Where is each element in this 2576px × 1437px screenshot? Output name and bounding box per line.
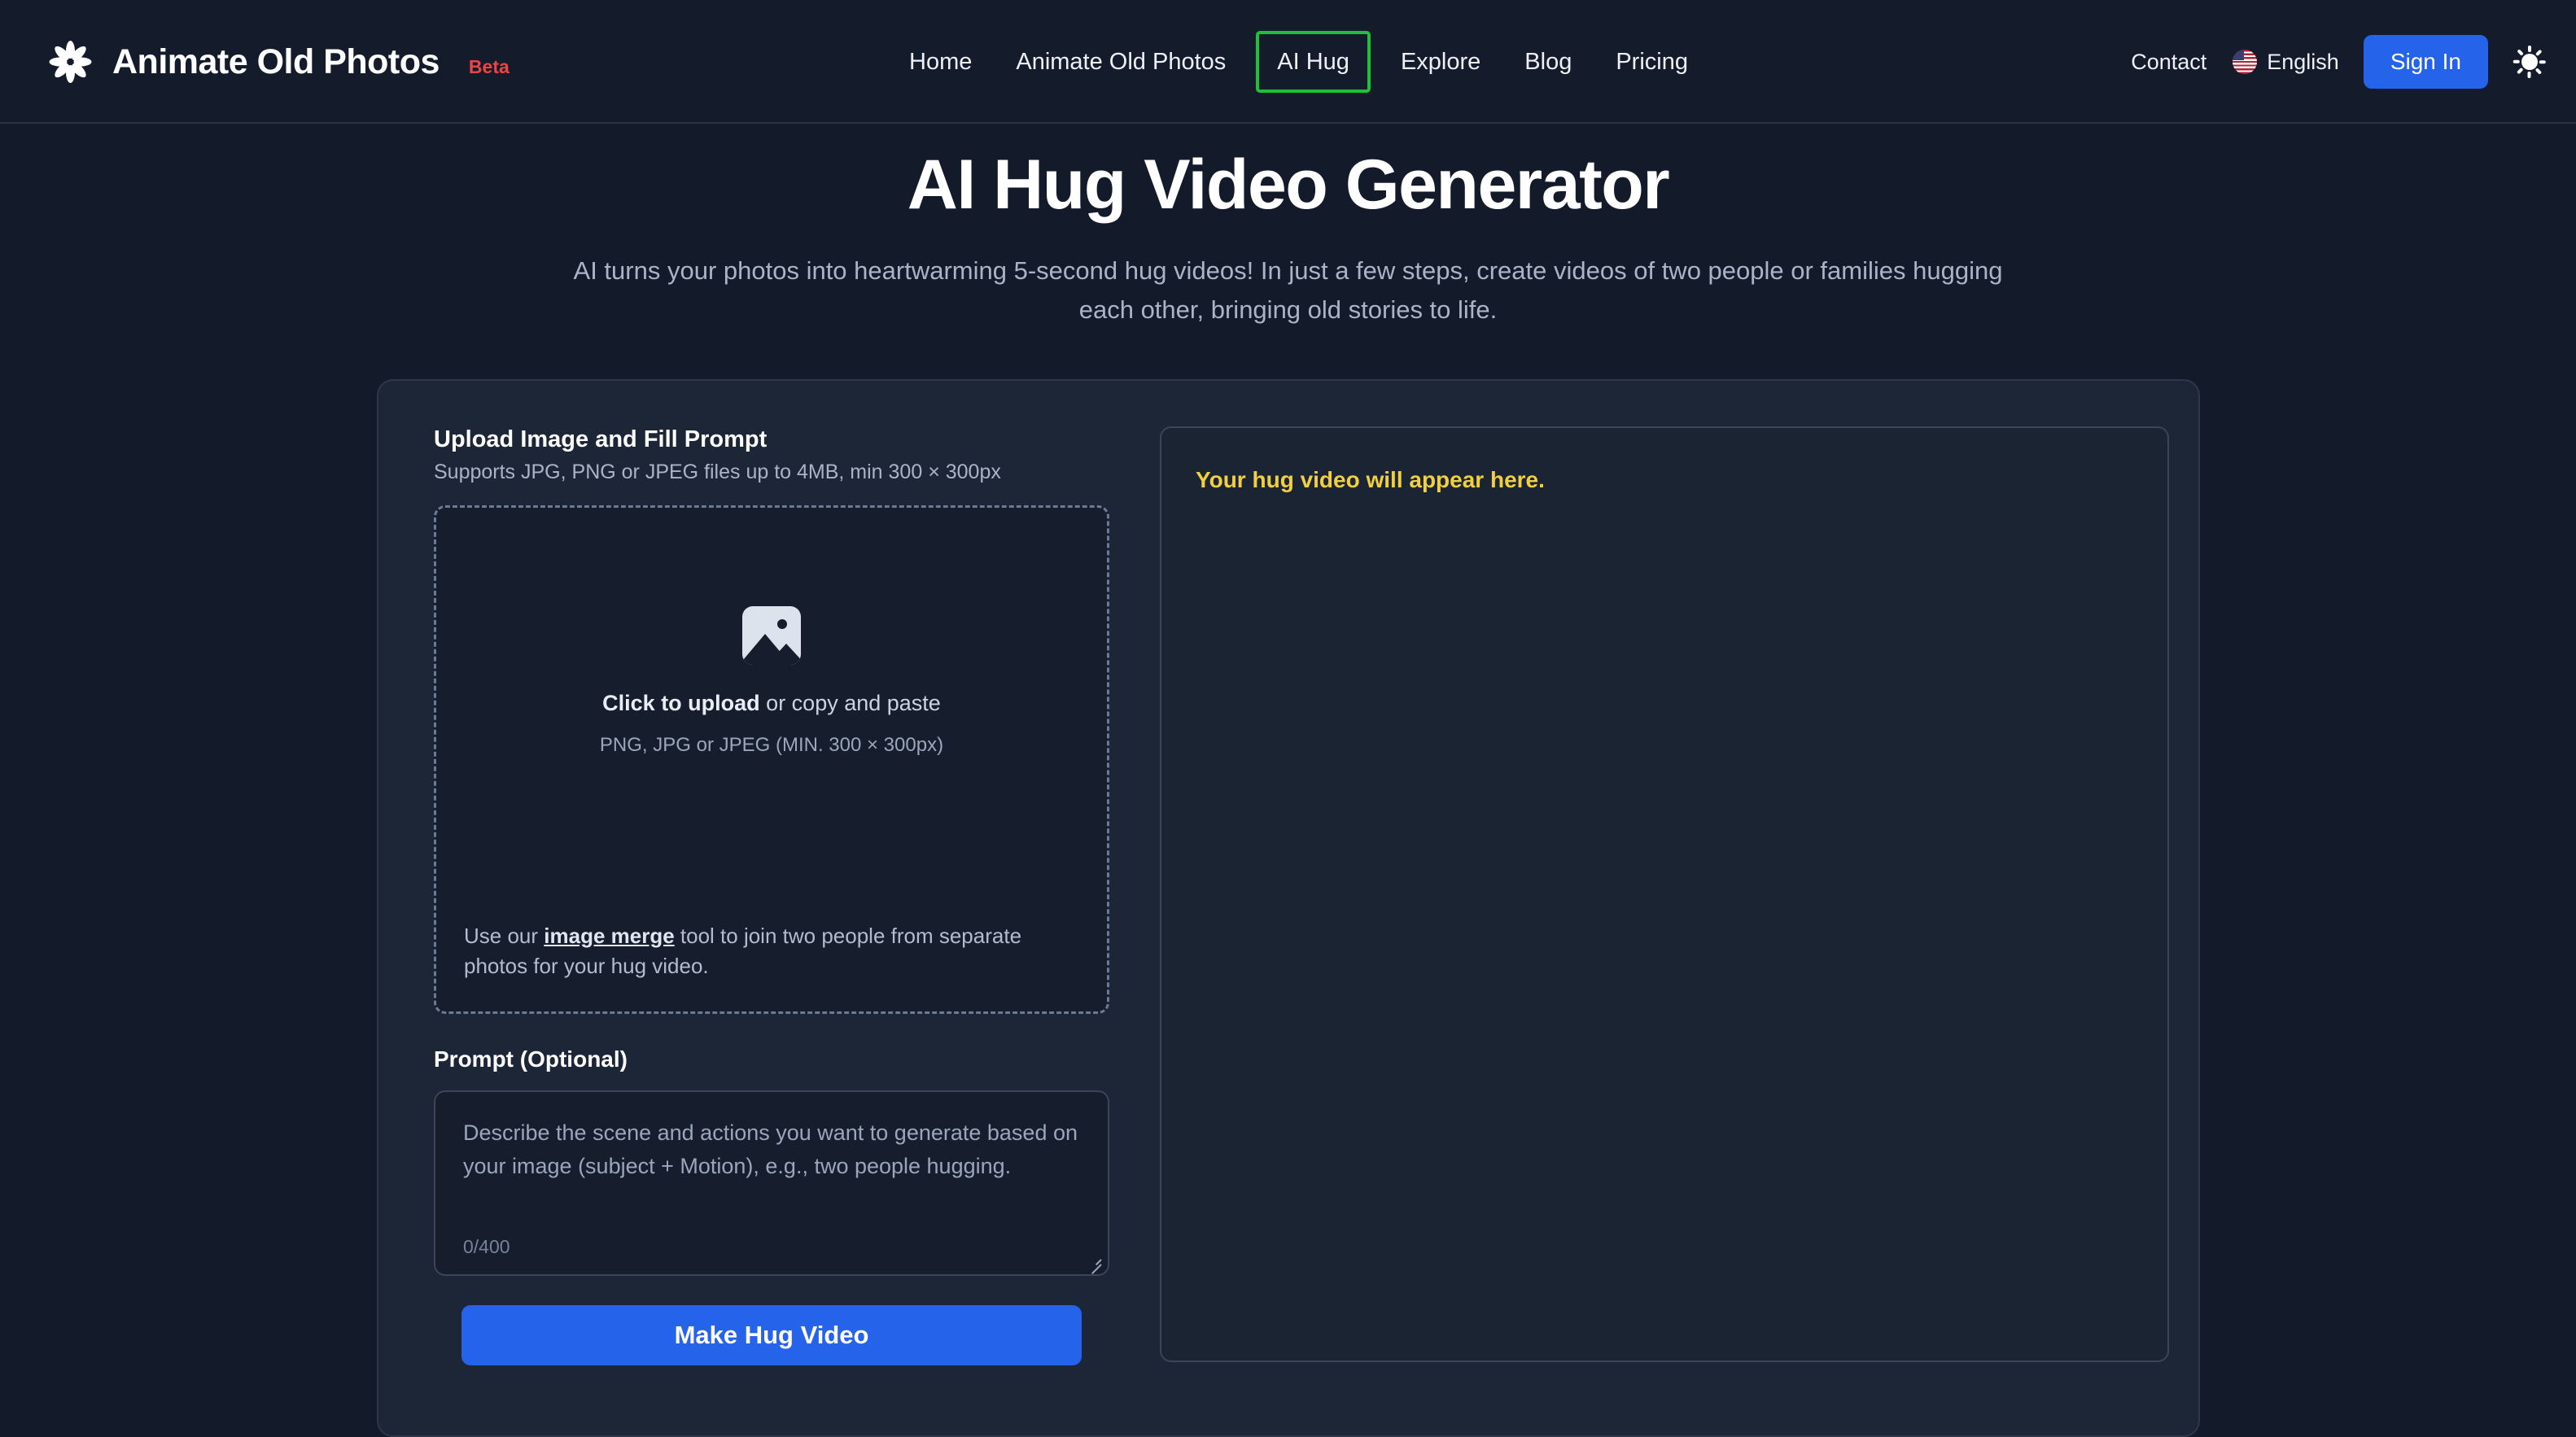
hero-section: AI Hug Video Generator AI turns your pho… xyxy=(0,124,2576,330)
prompt-placeholder: Describe the scene and actions you want … xyxy=(463,1120,1078,1179)
nav-item-ai-hug[interactable]: AI Hug xyxy=(1256,31,1371,93)
nav-item-home[interactable]: Home xyxy=(887,0,994,124)
dropzone-click-strong: Click to upload xyxy=(602,691,760,716)
page-subtitle: AI turns your photos into heartwarming 5… xyxy=(573,256,2003,325)
prompt-input[interactable]: Describe the scene and actions you want … xyxy=(434,1090,1109,1276)
header-actions: Contact English Sign In xyxy=(2131,0,2548,124)
sign-in-button[interactable]: Sign In xyxy=(2363,35,2488,89)
language-label: English xyxy=(2267,49,2339,74)
flower-logo-icon xyxy=(47,39,93,85)
prompt-label: Prompt (Optional) xyxy=(434,1046,628,1072)
nav-item-blog[interactable]: Blog xyxy=(1502,0,1594,124)
image-merge-link[interactable]: image merge xyxy=(544,924,674,948)
site-header: Animate Old Photos Beta Home Animate Old… xyxy=(0,0,2576,124)
sun-icon[interactable] xyxy=(2511,43,2548,81)
beta-badge: Beta xyxy=(468,55,510,77)
image-placeholder-icon xyxy=(742,606,801,666)
generator-card: Upload Image and Fill Prompt Supports JP… xyxy=(377,379,2200,1437)
preview-status-message: Your hug video will appear here. xyxy=(1196,467,1545,492)
brand-logo[interactable]: Animate Old Photos Beta xyxy=(47,0,510,124)
textarea-resize-handle[interactable] xyxy=(1085,1251,1103,1275)
nav-item-animate-old-photos[interactable]: Animate Old Photos xyxy=(994,0,1248,124)
upload-column: Upload Image and Fill Prompt Supports JP… xyxy=(408,410,1109,1435)
language-switcher[interactable]: English xyxy=(2233,50,2339,75)
nav-item-pricing[interactable]: Pricing xyxy=(1594,0,1710,124)
contact-link[interactable]: Contact xyxy=(2131,50,2206,75)
upload-section-subtitle: Supports JPG, PNG or JPEG files up to 4M… xyxy=(434,461,1001,483)
dropzone-click-rest: or copy and paste xyxy=(759,691,941,716)
make-hug-video-button[interactable]: Make Hug Video xyxy=(461,1305,1082,1365)
upload-section-title: Upload Image and Fill Prompt xyxy=(434,426,768,452)
dropzone-prompt-text: Click to upload or copy and paste xyxy=(602,691,941,716)
main-navigation: Home Animate Old Photos AI Hug Explore B… xyxy=(887,0,1710,124)
brand-name: Animate Old Photos xyxy=(112,41,440,81)
dropzone-content: Click to upload or copy and paste PNG, J… xyxy=(436,508,1107,921)
us-flag-icon xyxy=(2233,50,2258,74)
image-upload-dropzone[interactable]: Click to upload or copy and paste PNG, J… xyxy=(434,505,1109,1014)
page-title: AI Hug Video Generator xyxy=(907,146,1670,224)
nav-item-explore[interactable]: Explore xyxy=(1379,0,1502,124)
merge-note-prefix: Use our xyxy=(464,923,545,948)
video-preview-panel: Your hug video will appear here. xyxy=(1160,426,2169,1362)
preview-column: Your hug video will appear here. xyxy=(1160,410,2169,1435)
dropzone-formats-text: PNG, JPG or JPEG (MIN. 300 × 300px) xyxy=(599,734,944,757)
image-merge-note: Use our image merge tool to join two peo… xyxy=(436,921,1107,1011)
prompt-char-counter: 0/400 xyxy=(463,1236,510,1257)
